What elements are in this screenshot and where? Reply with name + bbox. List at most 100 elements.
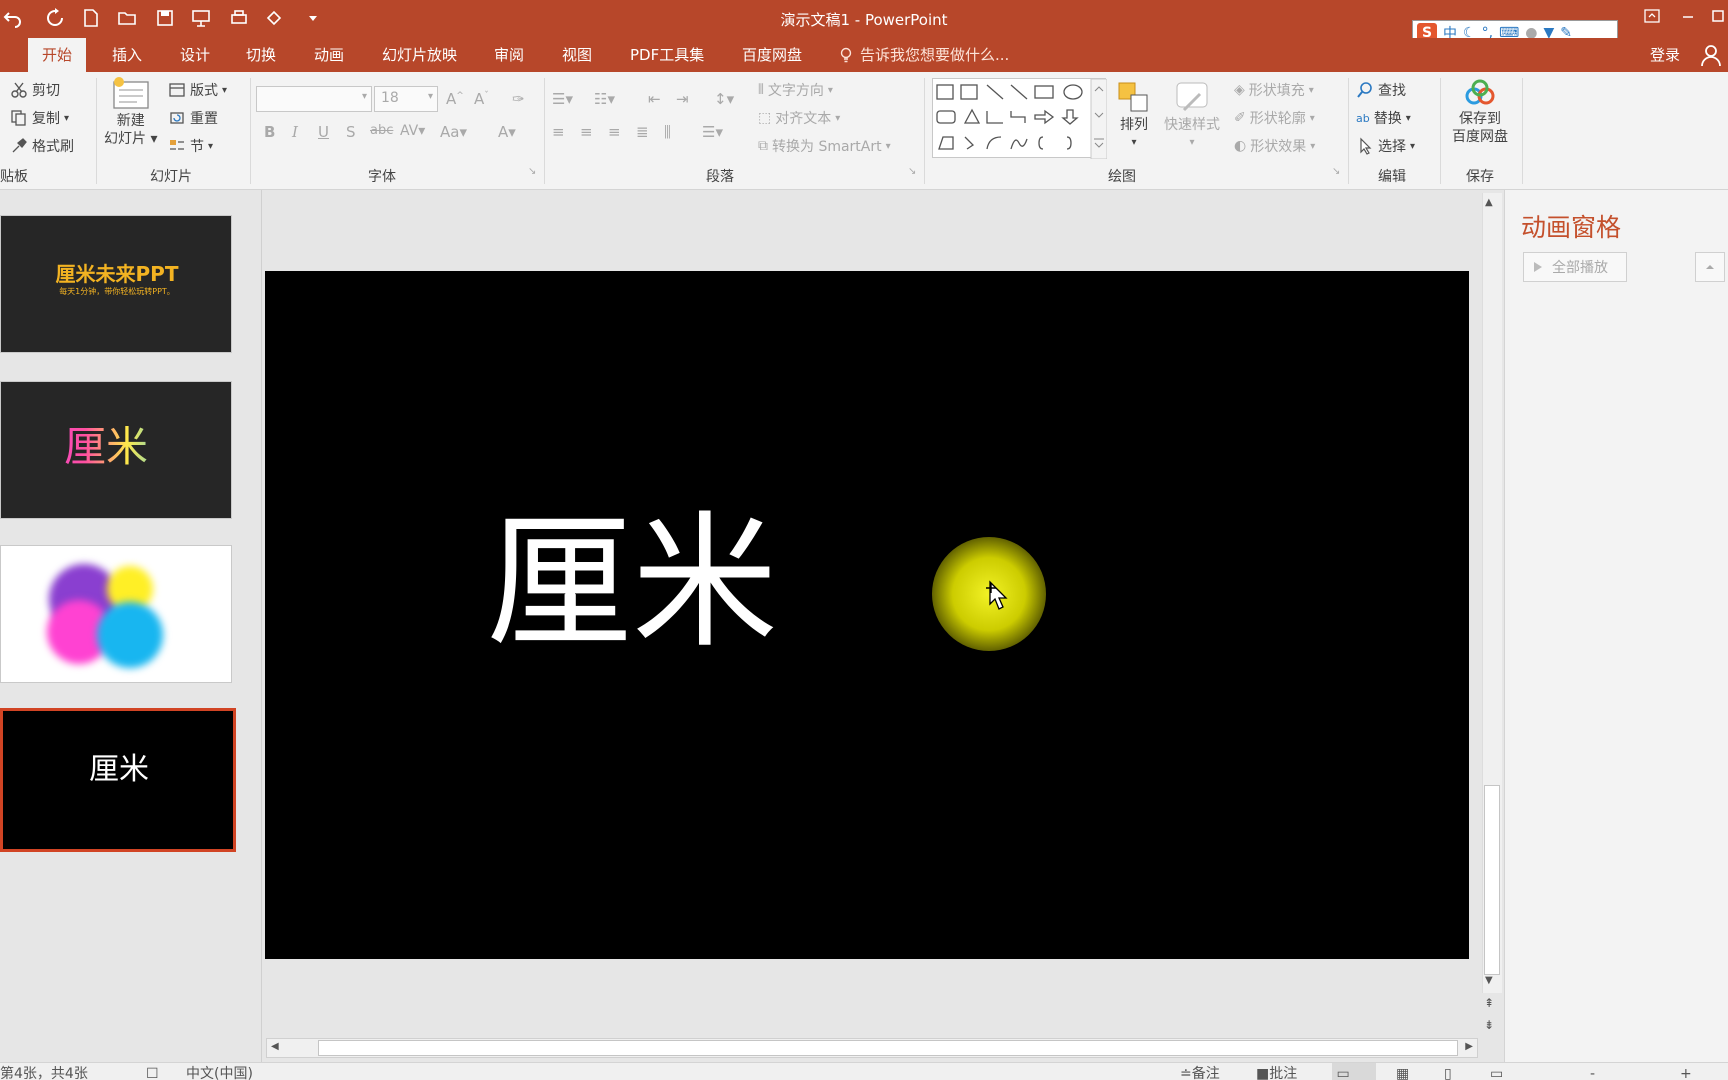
slideshow-icon[interactable]: [188, 4, 214, 32]
section-button[interactable]: 节 ▾: [168, 134, 213, 158]
scroll-right-icon[interactable]: ▶: [1465, 1041, 1473, 1052]
change-case-icon[interactable]: Aa▾: [440, 123, 467, 141]
bullets-icon[interactable]: ☰▾: [552, 90, 573, 108]
arrange-button[interactable]: 排列 ▾: [1116, 80, 1152, 152]
copy-icon: [11, 110, 26, 126]
tab-insert[interactable]: 插入: [98, 38, 156, 72]
scroll-down-icon[interactable]: ▼: [1485, 975, 1493, 986]
thumb-2-title: 厘米: [1, 426, 211, 468]
tab-pdf-tools[interactable]: PDF工具集: [616, 38, 718, 72]
slide-count-status: 第4张，共4张: [0, 1066, 88, 1080]
numbering-icon[interactable]: ☷▾: [594, 90, 615, 108]
slideshow-view-icon[interactable]: ▭: [1490, 1063, 1503, 1080]
distributed-icon[interactable]: ⫼: [664, 123, 671, 141]
tab-review[interactable]: 审阅: [480, 38, 538, 72]
cut-button[interactable]: 剪切: [10, 78, 60, 102]
next-slide-icon[interactable]: ⇟: [1484, 1018, 1494, 1032]
reading-view-icon[interactable]: ▯: [1444, 1063, 1452, 1080]
ribbon-display-icon[interactable]: [1634, 2, 1670, 30]
copy-button[interactable]: 复制 ▾: [10, 106, 69, 130]
open-folder-icon[interactable]: [114, 4, 140, 32]
underline-icon[interactable]: U: [318, 123, 329, 141]
tab-design[interactable]: 设计: [166, 38, 224, 72]
tab-view[interactable]: 视图: [548, 38, 606, 72]
shadow-icon[interactable]: S: [346, 123, 356, 141]
align-center-icon[interactable]: ≡: [580, 123, 593, 141]
format-painter-button[interactable]: 格式刷: [10, 134, 74, 158]
tab-home[interactable]: 开始: [28, 38, 87, 72]
customize-toolbar-icon[interactable]: [300, 4, 326, 32]
tab-baidu-netdisk[interactable]: 百度网盘: [728, 38, 816, 72]
new-slide-button[interactable]: 新建 幻灯片 ▾: [104, 76, 157, 148]
language-status[interactable]: 中文(中国): [186, 1063, 253, 1080]
scroll-left-icon[interactable]: ◀: [271, 1041, 279, 1052]
bold-icon[interactable]: B: [264, 123, 275, 141]
find-button[interactable]: 查找: [1356, 78, 1406, 102]
font-name-combo[interactable]: ▾: [256, 86, 372, 112]
char-spacing-icon[interactable]: AV▾: [400, 123, 425, 139]
italic-icon[interactable]: I: [292, 123, 298, 141]
slide-title-text[interactable]: 厘米: [486, 510, 778, 656]
paragraph-dialog-launcher-icon[interactable]: ↘: [908, 166, 916, 177]
increase-font-icon[interactable]: A^: [446, 90, 464, 108]
shape-fill-button[interactable]: ◈ 形状填充 ▾: [1234, 78, 1314, 102]
strikethrough-icon[interactable]: abc: [370, 123, 393, 138]
align-text-button[interactable]: ⬚ 对齐文本 ▾: [758, 106, 840, 130]
shape-outline-button[interactable]: ✐ 形状轮廓 ▾: [1234, 106, 1315, 130]
layout-button[interactable]: 版式 ▾: [168, 78, 227, 102]
account-icon[interactable]: [1698, 42, 1724, 68]
shapes-gallery[interactable]: [932, 78, 1108, 160]
zoom-in-icon[interactable]: +: [1680, 1063, 1692, 1080]
save-to-baidu-button[interactable]: 保存到 百度网盘: [1452, 78, 1508, 146]
clear-format-icon[interactable]: ✑: [512, 90, 525, 108]
notes-button[interactable]: ≐ 备注: [1180, 1063, 1220, 1080]
horizontal-scroll-thumb[interactable]: [318, 1040, 1458, 1056]
login-link[interactable]: 登录: [1650, 38, 1680, 72]
tab-slideshow[interactable]: 幻灯片放映: [368, 38, 471, 72]
slide-canvas[interactable]: [265, 271, 1469, 959]
vertical-scroll-thumb[interactable]: [1484, 785, 1500, 975]
slide-sorter-icon[interactable]: ▦: [1396, 1063, 1409, 1080]
tell-me-box[interactable]: 告诉我您想要做什么...: [838, 38, 1009, 72]
previous-slide-icon[interactable]: ⇞: [1484, 996, 1494, 1010]
tab-transitions[interactable]: 切换: [232, 38, 290, 72]
maximize-icon[interactable]: [1700, 2, 1728, 30]
spellcheck-icon[interactable]: ☐: [146, 1063, 159, 1080]
save-icon[interactable]: [152, 4, 178, 32]
slide-thumbnail-2[interactable]: 厘米: [0, 381, 232, 519]
comments-button[interactable]: ■ 批注: [1256, 1063, 1297, 1080]
convert-smartart-button[interactable]: ⧉ 转换为 SmartArt ▾: [758, 134, 891, 158]
drawing-dialog-launcher-icon[interactable]: ↘: [1332, 166, 1340, 177]
undo-icon[interactable]: [0, 4, 26, 32]
justify-icon[interactable]: ≣: [636, 123, 649, 141]
select-button[interactable]: 选择 ▾: [1356, 134, 1415, 158]
decrease-indent-icon[interactable]: ⇤: [648, 90, 661, 108]
font-size-combo[interactable]: 18 ▾: [374, 86, 438, 112]
line-spacing-icon[interactable]: ↕▾: [714, 90, 734, 108]
replace-button[interactable]: ab 替换 ▾: [1356, 106, 1411, 130]
slide-thumbnail-1[interactable]: 厘米未来PPT 每天1分钟，带你轻松玩转PPT。: [0, 215, 232, 353]
redo-icon[interactable]: [42, 4, 68, 32]
align-left-icon[interactable]: ≡: [552, 123, 565, 141]
play-all-button[interactable]: 全部播放: [1523, 252, 1627, 282]
reset-button[interactable]: 重置: [168, 106, 218, 130]
increase-indent-icon[interactable]: ⇥: [676, 90, 689, 108]
print-icon[interactable]: [226, 4, 252, 32]
zoom-out-icon[interactable]: -: [1590, 1063, 1595, 1080]
slide-thumbnail-4[interactable]: 厘米: [0, 708, 236, 852]
new-file-icon[interactable]: [78, 4, 104, 32]
normal-view-icon[interactable]: ▭: [1332, 1063, 1376, 1080]
reorder-up-button[interactable]: [1695, 252, 1725, 282]
decrease-font-icon[interactable]: Aˇ: [474, 90, 489, 108]
shape-effects-button[interactable]: ◐ 形状效果 ▾: [1234, 134, 1315, 158]
tab-animations[interactable]: 动画: [300, 38, 358, 72]
shape-dropdown-icon[interactable]: [262, 4, 288, 32]
quick-styles-button[interactable]: 快速样式 ▾: [1164, 80, 1220, 152]
font-dialog-launcher-icon[interactable]: ↘: [528, 166, 536, 177]
text-direction-button[interactable]: ⫴ 文字方向 ▾: [758, 78, 833, 102]
columns-icon[interactable]: ☰▾: [702, 123, 723, 141]
align-right-icon[interactable]: ≡: [608, 123, 621, 141]
font-color-icon[interactable]: A▾: [498, 123, 516, 141]
scroll-up-icon[interactable]: ▲: [1485, 197, 1493, 208]
slide-thumbnail-3[interactable]: [0, 545, 232, 683]
